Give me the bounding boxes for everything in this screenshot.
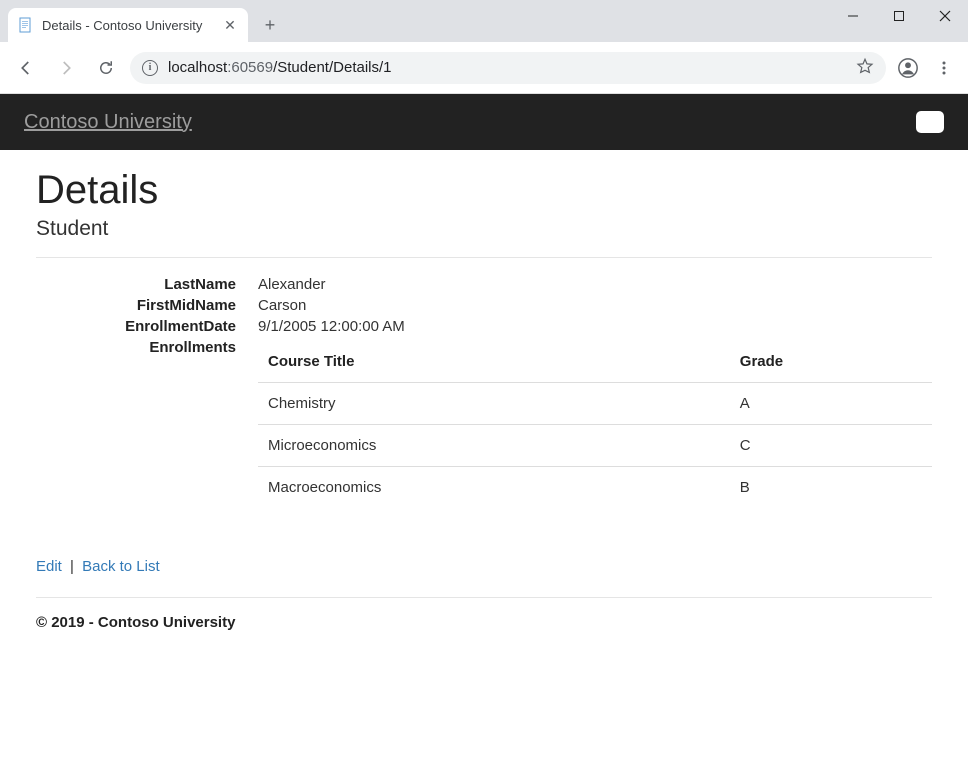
label-firstmidname: FirstMidName — [36, 297, 236, 314]
divider — [36, 257, 932, 258]
browser-menu-icon[interactable] — [930, 54, 958, 82]
action-links: Edit | Back to List — [36, 558, 932, 575]
page-viewport: Contoso University Details Student LastN… — [0, 94, 968, 651]
col-header-grade: Grade — [730, 341, 932, 383]
cell-course: Macroeconomics — [258, 467, 730, 509]
browser-tab-active[interactable]: Details - Contoso University ✕ — [8, 8, 248, 42]
tab-title: Details - Contoso University — [42, 18, 214, 33]
table-header-row: Course Title Grade — [258, 341, 932, 383]
cell-course: Microeconomics — [258, 425, 730, 467]
value-firstmidname: Carson — [258, 297, 932, 314]
back-button[interactable] — [10, 52, 42, 84]
url-host: localhost — [168, 59, 227, 76]
content-container: Details Student LastName Alexander First… — [0, 150, 968, 651]
table-row: Macroeconomics B — [258, 467, 932, 509]
table-row: Chemistry A — [258, 383, 932, 425]
cell-grade: C — [730, 425, 932, 467]
value-enrollments: Course Title Grade Chemistry A Microecon… — [258, 339, 932, 508]
forward-button[interactable] — [50, 52, 82, 84]
window-controls — [830, 0, 968, 32]
value-lastname: Alexander — [258, 276, 932, 293]
col-header-course: Course Title — [258, 341, 730, 383]
label-enrollments: Enrollments — [36, 339, 236, 508]
maximize-button[interactable] — [876, 0, 922, 32]
label-enrollmentdate: EnrollmentDate — [36, 318, 236, 335]
cell-grade: A — [730, 383, 932, 425]
new-tab-button[interactable]: + — [256, 11, 284, 39]
close-tab-icon[interactable]: ✕ — [222, 17, 238, 33]
favicon-icon — [18, 17, 34, 33]
cell-grade: B — [730, 467, 932, 509]
site-info-icon[interactable]: i — [142, 60, 158, 76]
link-separator: | — [66, 558, 78, 575]
browser-titlebar: Details - Contoso University ✕ + — [0, 0, 968, 42]
brand-link[interactable]: Contoso University — [24, 111, 192, 134]
minimize-button[interactable] — [830, 0, 876, 32]
reload-button[interactable] — [90, 52, 122, 84]
bookmark-star-icon[interactable] — [856, 57, 874, 79]
table-row: Microeconomics C — [258, 425, 932, 467]
enrollments-table: Course Title Grade Chemistry A Microecon… — [258, 341, 932, 508]
label-lastname: LastName — [36, 276, 236, 293]
navbar-toggle-button[interactable] — [916, 111, 944, 133]
url-port: :60569 — [227, 59, 273, 76]
profile-avatar-icon[interactable] — [894, 54, 922, 82]
tab-strip: Details - Contoso University ✕ + — [0, 8, 284, 42]
address-bar[interactable]: i localhost:60569/Student/Details/1 — [130, 52, 886, 84]
close-window-button[interactable] — [922, 0, 968, 32]
value-enrollmentdate: 9/1/2005 12:00:00 AM — [258, 318, 932, 335]
footer-text: © 2019 - Contoso University — [36, 614, 932, 631]
footer-divider — [36, 597, 932, 598]
site-navbar: Contoso University — [0, 94, 968, 150]
details-list: LastName Alexander FirstMidName Carson E… — [36, 276, 932, 508]
cell-course: Chemistry — [258, 383, 730, 425]
page-title: Details — [36, 168, 932, 213]
edit-link[interactable]: Edit — [36, 558, 62, 575]
browser-toolbar: i localhost:60569/Student/Details/1 — [0, 42, 968, 94]
page-subtitle: Student — [36, 217, 932, 241]
url-text: localhost:60569/Student/Details/1 — [168, 59, 392, 76]
back-to-list-link[interactable]: Back to List — [82, 558, 160, 575]
url-path: /Student/Details/1 — [273, 59, 391, 76]
